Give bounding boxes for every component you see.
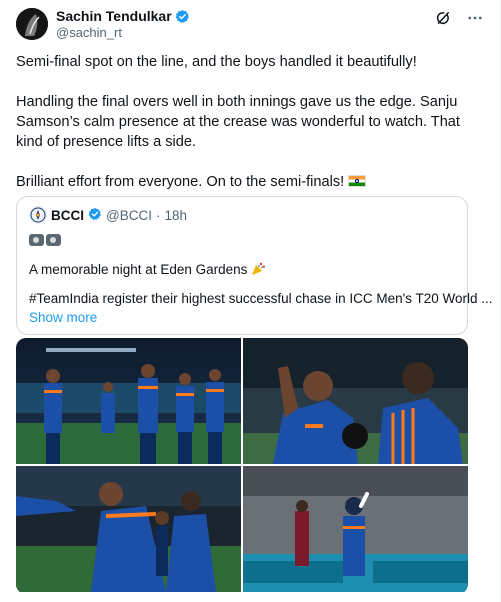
author-avatar[interactable] [16,8,48,40]
quoted-verified-badge-icon [88,207,102,224]
more-icon[interactable] [466,9,484,32]
quoted-line-2: #TeamIndia register their highest succes… [29,291,493,306]
author-info: Sachin Tendulkar @sachin_rt [56,8,190,41]
tweet-paragraph-3: Brilliant effort from everyone. On to th… [16,172,486,192]
camera-icon [29,234,44,246]
photo-grid [16,338,468,594]
batter-celebration-photo[interactable] [243,466,468,592]
tweet-paragraph-2: Handling the final overs well in both in… [16,94,460,150]
show-more-link[interactable]: Show more [29,309,97,326]
quoted-author-handle[interactable]: @BCCI [106,208,152,223]
verified-badge-icon [175,9,190,24]
grok-icon[interactable] [434,9,452,32]
camera-emoji-line [29,232,63,249]
players-embrace-photo[interactable] [243,338,468,464]
quoted-separator: · [155,207,161,223]
party-popper-icon [251,262,266,276]
author-name-row[interactable]: Sachin Tendulkar [56,8,190,25]
tweet-body: Semi-final spot on the line, and the boy… [16,52,486,212]
tweet-card: Sachin Tendulkar @sachin_rt Semi-final s… [0,0,501,602]
quoted-timestamp[interactable]: 18h [164,208,187,223]
quoted-line-1-text: A memorable night at Eden Gardens [29,262,248,277]
quoted-tweet-header: BCCI @BCCI · 18h [29,206,187,224]
quoted-line-1: A memorable night at Eden Gardens [29,261,266,278]
camera-icon [46,234,61,246]
quoted-author-name[interactable]: BCCI [51,208,84,223]
author-name[interactable]: Sachin Tendulkar [56,8,172,25]
quoted-tweet[interactable]: BCCI @BCCI · 18h A memorable night at Ed… [16,196,493,335]
india-flag-icon [348,175,367,187]
tweet-paragraph-1: Semi-final spot on the line, and the boy… [16,54,417,70]
header-actions [434,9,484,32]
tweet-paragraph-3-text: Brilliant effort from everyone. On to th… [16,174,345,190]
team-celebration-stadium-photo[interactable] [16,338,241,464]
author-handle[interactable]: @sachin_rt [56,25,190,41]
players-handshake-photo[interactable] [16,466,241,592]
bcci-logo-icon[interactable] [29,206,47,224]
